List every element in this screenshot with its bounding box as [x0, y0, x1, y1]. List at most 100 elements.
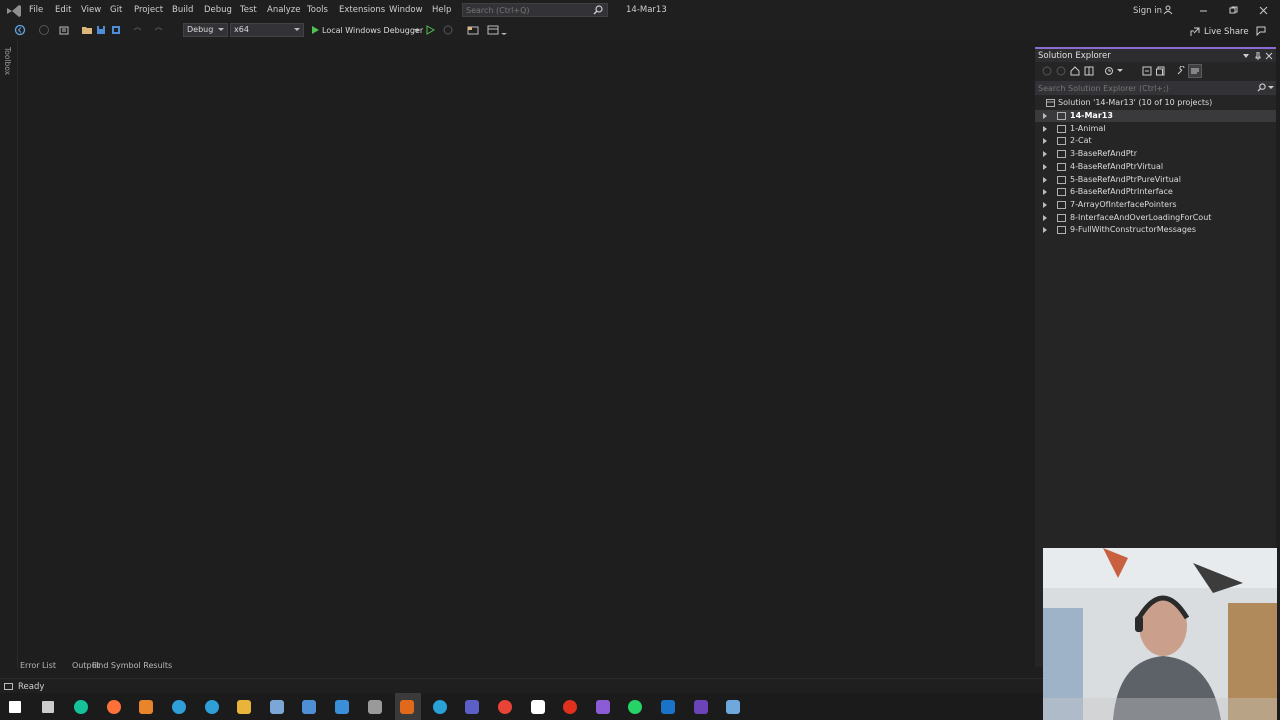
- menu-item-edit[interactable]: Edit: [55, 5, 71, 15]
- expand-chevron-icon[interactable]: [1043, 189, 1047, 196]
- forward-icon[interactable]: [1056, 66, 1066, 76]
- stop-icon[interactable]: [442, 24, 454, 36]
- task-manager-icon[interactable]: [726, 700, 741, 714]
- solution-explorer-search-input[interactable]: [1035, 82, 1248, 94]
- project-node[interactable]: 7-ArrayOfInterfacePointers: [1035, 199, 1276, 211]
- home-icon[interactable]: [1070, 66, 1080, 76]
- edge-beta-icon[interactable]: [172, 700, 186, 714]
- sign-in-link[interactable]: Sign in: [1133, 6, 1162, 16]
- expand-chevron-icon[interactable]: [1043, 138, 1047, 145]
- pending-changes-filter-icon[interactable]: [1104, 66, 1114, 76]
- menu-item-project[interactable]: Project: [134, 5, 163, 15]
- project-node[interactable]: 5-BaseRefAndPtrPureVirtual: [1035, 174, 1276, 186]
- browse-icon[interactable]: [467, 24, 479, 36]
- feedback-icon[interactable]: [1256, 26, 1266, 36]
- collapse-all-icon[interactable]: [1142, 66, 1152, 76]
- menu-item-extensions[interactable]: Extensions: [339, 5, 385, 15]
- visual-studio-icon[interactable]: [595, 700, 610, 714]
- media-app-icon[interactable]: [400, 700, 415, 714]
- expand-chevron-icon[interactable]: [1043, 151, 1047, 158]
- close-panel-icon[interactable]: [1265, 52, 1273, 60]
- navigate-forward-icon[interactable]: [38, 24, 50, 36]
- project-node[interactable]: 2-Cat: [1035, 135, 1276, 147]
- opera-icon[interactable]: [563, 700, 578, 714]
- redo-icon[interactable]: [153, 24, 165, 36]
- expand-chevron-icon[interactable]: [1043, 113, 1047, 119]
- platform-dropdown[interactable]: x64: [230, 23, 304, 37]
- toolbox-tab[interactable]: Toolbox: [3, 47, 12, 75]
- menu-item-file[interactable]: File: [29, 5, 43, 15]
- live-share-icon[interactable]: [1190, 27, 1200, 37]
- live-share-button[interactable]: Live Share: [1204, 27, 1249, 37]
- menu-item-test[interactable]: Test: [240, 5, 257, 15]
- bottom-tab[interactable]: Error List: [20, 661, 56, 670]
- window-position-dropdown-icon[interactable]: [1242, 52, 1250, 60]
- layout-icon[interactable]: [487, 24, 499, 36]
- ie-icon[interactable]: [335, 700, 349, 714]
- configuration-dropdown[interactable]: Debug: [183, 23, 228, 37]
- new-project-icon[interactable]: [58, 24, 70, 36]
- teams-icon[interactable]: [465, 700, 480, 714]
- expand-chevron-icon[interactable]: [1043, 227, 1047, 234]
- edge-icon[interactable]: [204, 700, 219, 714]
- menu-item-git[interactable]: Git: [110, 5, 122, 15]
- open-folder-icon[interactable]: [81, 24, 93, 36]
- menu-item-help[interactable]: Help: [432, 5, 451, 15]
- project-node[interactable]: 14-Mar13: [1035, 110, 1276, 122]
- search-input[interactable]: [463, 4, 586, 16]
- project-node[interactable]: 4-BaseRefAndPtrVirtual: [1035, 161, 1276, 173]
- outlook-icon[interactable]: [661, 700, 675, 714]
- debugger-dropdown-chevron-icon[interactable]: [413, 24, 421, 36]
- save-icon[interactable]: [95, 24, 107, 36]
- chrome-icon[interactable]: [498, 700, 512, 714]
- pin-icon[interactable]: [1254, 52, 1262, 60]
- menu-item-build[interactable]: Build: [172, 5, 193, 15]
- preview-selected-items-button[interactable]: [1188, 64, 1202, 78]
- properties-icon[interactable]: [1176, 66, 1186, 76]
- toolbar-overflow-icon[interactable]: [501, 24, 507, 36]
- menu-item-analyze[interactable]: Analyze: [267, 5, 301, 15]
- file-explorer-icon[interactable]: [237, 700, 252, 714]
- grammarly-icon[interactable]: [74, 700, 89, 714]
- network-icon[interactable]: [269, 700, 284, 714]
- search-icon[interactable]: [1257, 83, 1266, 92]
- whatsapp-icon[interactable]: [628, 700, 643, 714]
- expand-chevron-icon[interactable]: [1043, 163, 1047, 170]
- chevron-down-icon[interactable]: [1268, 85, 1274, 91]
- chevron-down-icon[interactable]: [1117, 68, 1123, 74]
- search-box[interactable]: [462, 3, 608, 17]
- start-without-debugging-icon[interactable]: [424, 24, 436, 36]
- search-icon[interactable]: [593, 5, 603, 15]
- bottom-tab[interactable]: Find Symbol Results: [92, 661, 172, 670]
- show-all-files-icon[interactable]: [1156, 66, 1166, 76]
- expand-chevron-icon[interactable]: [1043, 201, 1047, 208]
- task-view-icon[interactable]: [41, 701, 54, 713]
- solution-node[interactable]: Solution '14-Mar13' (10 of 10 projects): [1035, 97, 1276, 109]
- store-icon[interactable]: [530, 700, 545, 714]
- account-icon[interactable]: [1163, 5, 1173, 15]
- navigate-back-icon[interactable]: [14, 24, 26, 36]
- project-node[interactable]: 6-BaseRefAndPtrInterface: [1035, 186, 1276, 198]
- start-debugging-icon[interactable]: [309, 24, 321, 36]
- project-node[interactable]: 1-Animal: [1035, 123, 1276, 135]
- project-node[interactable]: 9-FullWithConstructorMessages: [1035, 224, 1276, 236]
- menu-item-debug[interactable]: Debug: [204, 5, 232, 15]
- undo-icon[interactable]: [131, 24, 143, 36]
- restore-icon[interactable]: [1229, 6, 1238, 15]
- project-node[interactable]: 8-InterfaceAndOverLoadingForCout: [1035, 212, 1276, 224]
- minimize-icon[interactable]: [1199, 6, 1208, 15]
- save-all-icon[interactable]: [110, 24, 122, 36]
- menu-item-view[interactable]: View: [81, 5, 101, 15]
- expand-chevron-icon[interactable]: [1043, 125, 1047, 132]
- windows-start-icon[interactable]: [9, 701, 21, 713]
- expand-chevron-icon[interactable]: [1043, 214, 1047, 221]
- app-orange-icon[interactable]: [139, 700, 154, 714]
- close-icon[interactable]: [1259, 6, 1268, 15]
- solution-explorer-search[interactable]: [1035, 81, 1276, 95]
- switch-views-icon[interactable]: [1084, 66, 1094, 76]
- menu-item-window[interactable]: Window: [389, 5, 423, 15]
- camera-icon[interactable]: [367, 700, 382, 714]
- debugger-target-label[interactable]: Local Windows Debugger: [322, 26, 423, 35]
- menu-item-tools[interactable]: Tools: [307, 5, 328, 15]
- remote-desktop-icon[interactable]: [302, 700, 317, 714]
